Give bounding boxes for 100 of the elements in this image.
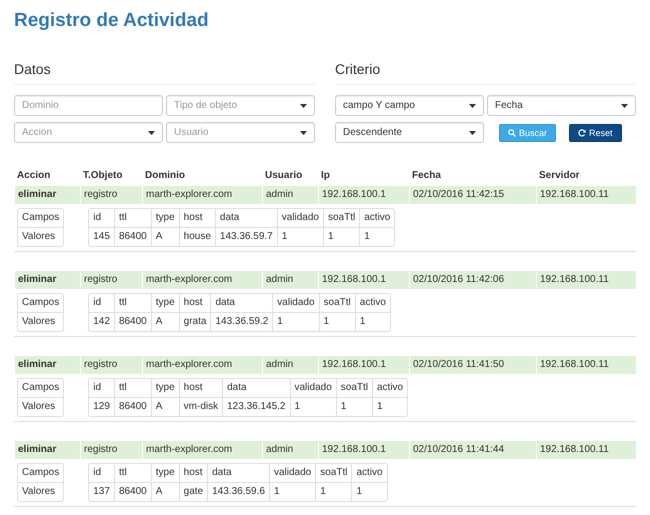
table-cell: registro xyxy=(80,441,142,459)
table-cell: 86400 xyxy=(114,312,151,331)
table-cell: 143.36.59.7 xyxy=(214,227,277,246)
table-cell: 86400 xyxy=(114,397,151,416)
search-icon xyxy=(508,128,516,136)
table-cell: 142 xyxy=(89,312,114,331)
table-cell-text: Campos xyxy=(21,381,60,395)
table-cell: data xyxy=(210,294,272,312)
table-cell: Valores xyxy=(18,397,64,416)
column-header: Ip xyxy=(320,169,331,183)
table-cell: marth-explorer.com xyxy=(142,271,262,289)
table-cell: 143.36.59.6 xyxy=(207,482,269,501)
table-cell: 192.168.100.11 xyxy=(536,356,636,374)
table-cell: soaTtl xyxy=(336,379,372,397)
table-cell: host xyxy=(178,294,210,312)
input-field[interactable]: Dominio xyxy=(14,95,163,116)
table-cell: 1 xyxy=(315,482,352,501)
table-cell: 02/10/2016 11:41:44 xyxy=(409,441,536,459)
table-cell: type xyxy=(150,464,179,482)
section-heading: Criterio xyxy=(335,60,636,85)
column-header: Fecha xyxy=(411,169,442,183)
column-header: Servidor xyxy=(538,169,581,183)
column-header: Dominio xyxy=(144,169,186,183)
select-field[interactable]: Usuario xyxy=(166,122,315,143)
table-cell: 1 xyxy=(372,397,408,416)
table-cell: 192.168.100.11 xyxy=(536,271,636,289)
table-cell: soaTtl xyxy=(315,464,352,482)
table-cell: activo xyxy=(359,209,394,227)
table-cell: host xyxy=(178,379,222,397)
table-cell: data xyxy=(207,464,269,482)
table-cell: marth-explorer.com xyxy=(142,356,262,374)
select-field[interactable]: Accion xyxy=(14,122,163,143)
select-field[interactable]: campo Y campo xyxy=(335,95,484,116)
table-cell: host xyxy=(178,209,215,227)
table-cell: validado xyxy=(268,464,316,482)
table-cell: eliminar xyxy=(14,356,80,374)
table-cell-text: id xyxy=(92,466,102,480)
table-cell: 129 xyxy=(89,397,114,416)
table-cell: house xyxy=(178,227,215,246)
select-field[interactable]: Descendente xyxy=(335,122,484,143)
table-cell: 02/10/2016 11:42:06 xyxy=(409,271,536,289)
select-field[interactable]: Tipo de objeto xyxy=(166,95,315,116)
table-cell: registro xyxy=(80,271,142,289)
section-heading: Datos xyxy=(14,60,315,85)
table-cell: Valores xyxy=(18,227,64,246)
table-cell: 1 xyxy=(323,227,360,246)
table-cell: eliminar xyxy=(14,186,80,204)
table-cell: data xyxy=(214,209,277,227)
table-cell: Valores xyxy=(18,312,64,331)
table-cell: validado xyxy=(276,209,323,227)
table-cell: admin xyxy=(262,356,318,374)
table-cell: 02/10/2016 11:41:50 xyxy=(409,356,536,374)
table-cell: 192.168.100.11 xyxy=(536,186,636,204)
table-cell: activo xyxy=(354,294,390,312)
table-cell: registro xyxy=(80,356,142,374)
table-cell: gate xyxy=(178,482,208,501)
table-cell-text: Campos xyxy=(21,296,60,310)
table-cell: marth-explorer.com xyxy=(142,186,262,204)
caret-icon xyxy=(621,104,628,108)
caret-icon xyxy=(148,130,155,134)
refresh-icon xyxy=(578,128,586,136)
column-header: Accion xyxy=(16,169,52,183)
table-cell: 192.168.100.1 xyxy=(318,356,409,374)
table-cell: 145 xyxy=(89,227,114,246)
table-cell: admin xyxy=(262,441,318,459)
table-cell: validado xyxy=(290,379,336,397)
table-cell: A xyxy=(150,482,179,501)
table-cell: 192.168.100.1 xyxy=(318,271,409,289)
table-cell: 02/10/2016 11:42:15 xyxy=(409,186,536,204)
table-cell: 1 xyxy=(336,397,372,416)
table-cell-text: Campos xyxy=(21,466,60,480)
table-cell: admin xyxy=(262,271,318,289)
table-cell: 192.168.100.1 xyxy=(318,186,409,204)
table-cell: data xyxy=(222,379,290,397)
table-cell: 143.36.59.2 xyxy=(210,312,272,331)
table-cell: 1 xyxy=(354,312,390,331)
table-cell: soaTtl xyxy=(323,209,360,227)
table-cell: grata xyxy=(178,312,210,331)
table-cell: type xyxy=(150,379,179,397)
column-header: T.Objeto xyxy=(82,169,124,183)
table-cell: 1 xyxy=(359,227,394,246)
table-cell: marth-explorer.com xyxy=(142,441,262,459)
table-cell-text: id xyxy=(92,381,102,395)
reset-button[interactable]: Reset xyxy=(569,124,622,142)
caret-icon xyxy=(469,104,476,108)
column-header: Usuario xyxy=(264,169,304,183)
table-cell: 192.168.100.11 xyxy=(536,441,636,459)
table-cell: ttl xyxy=(114,379,151,397)
table-cell-text: id xyxy=(92,296,102,310)
table-cell: registro xyxy=(80,186,142,204)
search-button[interactable]: Buscar xyxy=(499,124,556,142)
table-cell: A xyxy=(150,312,179,331)
table-cell: 1 xyxy=(272,312,319,331)
table-cell: ttl xyxy=(114,209,151,227)
page-title: Registro de Actividad xyxy=(14,9,210,33)
table-cell: 86400 xyxy=(114,482,151,501)
table-cell: 86400 xyxy=(114,227,151,246)
select-field[interactable]: Fecha xyxy=(487,95,636,116)
table-cell: 1 xyxy=(351,482,387,501)
table-cell: 137 xyxy=(89,482,114,501)
